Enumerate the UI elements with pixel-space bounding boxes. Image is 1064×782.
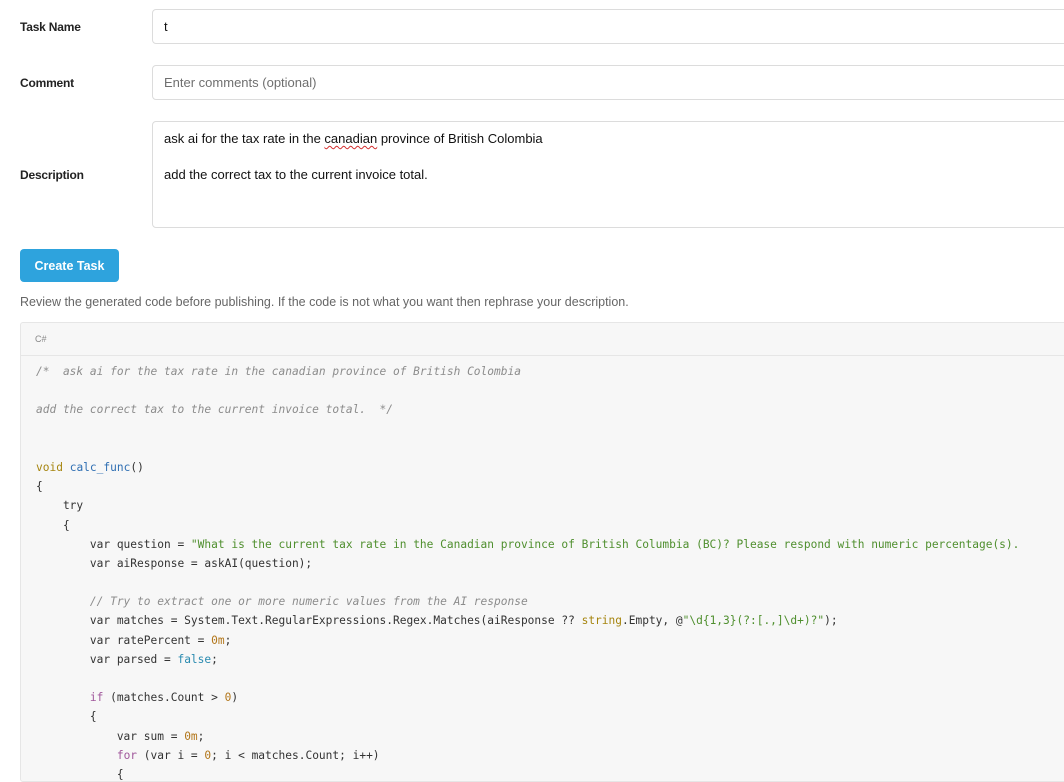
code-token: { (36, 710, 97, 724)
code-line: { (36, 707, 1064, 726)
description-textarea[interactable]: ask ai for the tax rate in the canadian … (152, 121, 1064, 228)
task-name-label: Task Name (20, 20, 81, 34)
code-token: var sum = (36, 729, 185, 743)
code-token: // Try to extract one or more numeric va… (36, 595, 528, 609)
code-token: "What is the current tax rate in the Can… (190, 537, 1020, 551)
create-task-button[interactable]: Create Task (20, 249, 119, 282)
code-line: { (36, 765, 1064, 781)
description-line-1: ask ai for the tax rate in the canadian … (164, 130, 1064, 148)
code-token: false (177, 652, 212, 666)
code-line: var ratePercent = 0m; (36, 631, 1064, 650)
code-line: var parsed = false; (36, 650, 1064, 669)
comment-input[interactable]: Enter comments (optional) (152, 65, 1064, 100)
code-block: /* ask ai for the tax rate in the canadi… (21, 356, 1064, 781)
code-token: (matches.Count > (103, 691, 225, 705)
code-token: .Empty, @ (622, 614, 683, 628)
code-token: void (36, 460, 63, 474)
code-token: 0m (211, 633, 225, 647)
code-token: add the correct tax to the current invoi… (36, 403, 393, 417)
code-token: try (36, 499, 84, 513)
code-line: // Try to extract one or more numeric va… (36, 592, 1064, 611)
code-line: add the correct tax to the current invoi… (36, 400, 1064, 419)
code-token: if (89, 691, 104, 705)
code-token: var aiResponse = askAI(question); (36, 556, 313, 570)
code-line: var matches = System.Text.RegularExpress… (36, 611, 1064, 630)
code-panel[interactable]: C# /* ask ai for the tax rate in the can… (20, 322, 1064, 782)
code-token: var matches = System.Text.RegularExpress… (36, 614, 582, 628)
code-token: ); (824, 614, 838, 628)
code-token: ; (211, 652, 218, 666)
description-text-prefix: ask ai for the tax rate in the (164, 131, 325, 146)
code-line: { (36, 477, 1064, 496)
code-token: var ratePercent = (36, 633, 212, 647)
code-token: for (116, 748, 138, 762)
task-name-value: t (164, 19, 168, 34)
code-token: 0m (184, 729, 198, 743)
code-line: /* ask ai for the tax rate in the canadi… (36, 362, 1064, 381)
code-token: { (36, 480, 43, 494)
comment-label: Comment (20, 76, 74, 90)
review-hint: Review the generated code before publish… (20, 295, 629, 309)
task-name-input[interactable]: t (152, 9, 1064, 44)
code-line: { (36, 516, 1064, 535)
code-token: ; (224, 633, 232, 647)
code-token: ) (231, 691, 239, 705)
code-line: var sum = 0m; (36, 727, 1064, 746)
code-line: var question = "What is the current tax … (36, 535, 1064, 554)
code-token: var parsed = (36, 652, 178, 666)
spellcheck-flagged-word: canadian (324, 131, 378, 146)
code-token: { (36, 518, 70, 532)
description-label: Description (20, 168, 84, 182)
code-token: (var i = (137, 748, 205, 762)
comment-placeholder: Enter comments (optional) (164, 75, 317, 90)
code-token: calc_func (69, 460, 131, 474)
code-token: string (581, 614, 622, 628)
description-line-2: add the correct tax to the current invoi… (164, 167, 428, 182)
code-line: var aiResponse = askAI(question); (36, 554, 1064, 573)
code-token: ; (197, 729, 205, 743)
code-language-label: C# (21, 323, 1064, 356)
code-token: /* ask ai for the tax rate in the canadi… (36, 365, 521, 378)
code-line: for (var i = 0; i < matches.Count; i++) (36, 746, 1064, 765)
code-line: try (36, 496, 1064, 515)
code-token: ; i < matches.Count; i++) (211, 748, 380, 762)
code-token: "\d{1,3}(?:[.,]\d+)?" (682, 614, 825, 628)
code-line: if (matches.Count > 0) (36, 688, 1064, 707)
code-line: void calc_func() (36, 458, 1064, 477)
code-token: () (130, 460, 144, 474)
code-token: { (36, 767, 124, 781)
code-token: var question = (36, 537, 191, 551)
description-text-suffix: province of British Colombia (377, 131, 543, 146)
